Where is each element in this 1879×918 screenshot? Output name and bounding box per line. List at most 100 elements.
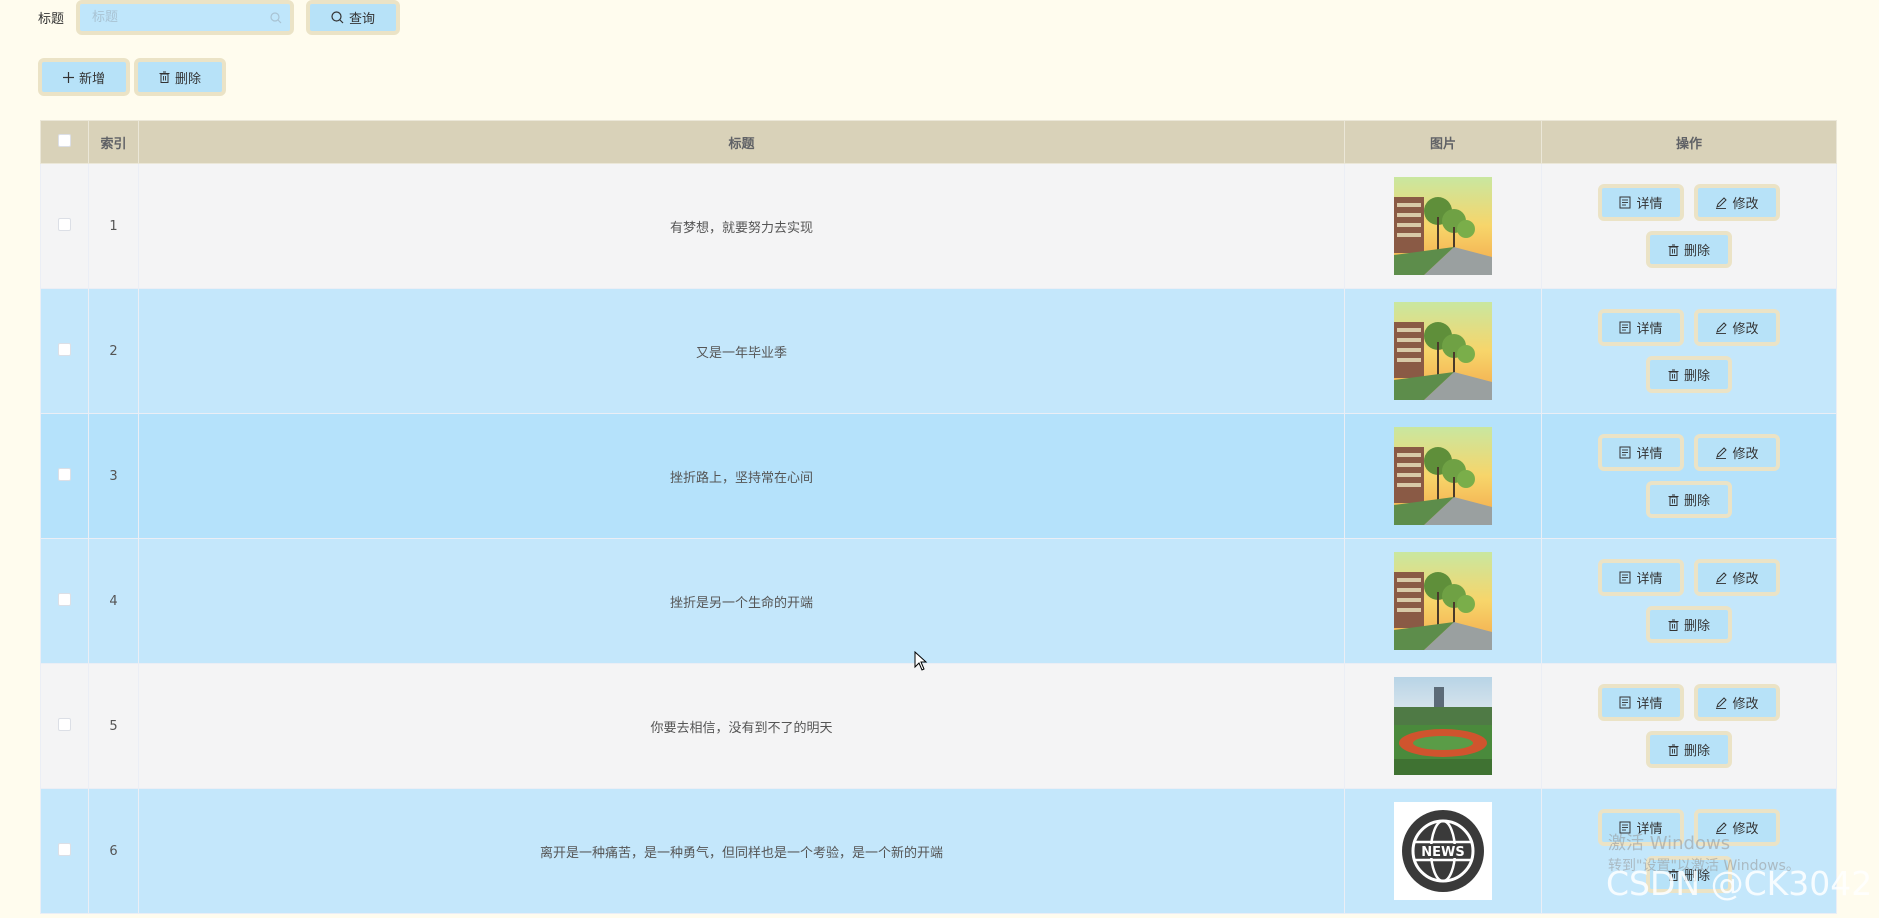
row-image[interactable]: NEWS <box>1394 802 1492 900</box>
trash-icon <box>1668 369 1679 381</box>
row-title: 离开是一种痛苦，是一种勇气，但同样也是一个考验，是一个新的开端 <box>138 788 1345 914</box>
windows-activation-title: 激活 Windows <box>1608 833 1731 854</box>
table-row: 6 离开是一种痛苦，是一种勇气，但同样也是一个考验，是一个新的开端 NEWS 详情 修改… <box>40 788 1837 914</box>
document-icon <box>1619 196 1631 209</box>
row-image[interactable] <box>1394 177 1492 275</box>
data-table: 索引 标题 图片 操作 1 有梦想，就要努力去实现 详情 修改 删除 2 又是一年毕业季 详情… <box>40 120 1837 914</box>
delete-button-label: 删除 <box>1683 244 1710 259</box>
edit-button[interactable]: 修改 <box>1694 184 1780 221</box>
csdn-credit: CSDN @CK3042 <box>1606 864 1873 903</box>
plus-icon <box>62 71 74 83</box>
column-header-title: 标题 <box>138 120 1345 164</box>
row-select-cell <box>40 788 89 914</box>
search-label: 标题 <box>38 12 65 27</box>
table-row: 3 挫折路上，坚持常在心间 详情 修改删除 <box>40 413 1837 539</box>
row-image-cell <box>1344 413 1542 539</box>
detail-button-label: 详情 <box>1636 572 1663 587</box>
row-title: 你要去相信，没有到不了的明天 <box>138 663 1345 789</box>
row-checkbox[interactable] <box>58 717 71 731</box>
edit-button[interactable]: 修改 <box>1694 559 1780 596</box>
row-ops-cell: 详情 修改删除 <box>1541 163 1837 289</box>
row-image-cell <box>1344 663 1542 789</box>
delete-button-label: 删除 <box>1683 744 1710 759</box>
table-header-row: 索引 标题 图片 操作 <box>40 120 1837 164</box>
row-image-cell <box>1344 288 1542 414</box>
action-bar: 新增 删除 <box>38 58 226 96</box>
detail-button[interactable]: 详情 <box>1598 559 1684 596</box>
row-image-cell: NEWS <box>1344 788 1542 914</box>
row-title: 又是一年毕业季 <box>138 288 1345 414</box>
delete-button[interactable]: 删除 <box>1646 481 1732 518</box>
row-title: 挫折路上，坚持常在心间 <box>138 413 1345 539</box>
detail-button-label: 详情 <box>1636 197 1663 212</box>
table-row: 4 挫折是另一个生命的开端 详情 修改删除 <box>40 538 1837 664</box>
detail-button-label: 详情 <box>1636 322 1663 337</box>
row-title: 挫折是另一个生命的开端 <box>138 538 1345 664</box>
row-ops: 详情 修改删除 <box>1579 684 1799 768</box>
row-ops-cell: 详情 修改删除 <box>1541 288 1837 414</box>
row-image[interactable] <box>1394 302 1492 400</box>
search-input[interactable] <box>80 4 291 31</box>
column-header-index: 索引 <box>88 120 139 164</box>
search-icon <box>331 11 344 24</box>
row-index: 1 <box>88 163 139 289</box>
query-button-label: 查询 <box>349 12 376 27</box>
table-row: 1 有梦想，就要努力去实现 详情 修改删除 <box>40 163 1837 289</box>
detail-button[interactable]: 详情 <box>1598 184 1684 221</box>
query-button[interactable]: 查询 <box>306 0 401 35</box>
row-checkbox[interactable] <box>58 342 71 356</box>
svg-text:NEWS: NEWS <box>1421 845 1464 860</box>
trash-icon <box>1668 494 1679 506</box>
select-all-checkbox[interactable] <box>58 133 71 147</box>
row-title: 有梦想，就要努力去实现 <box>138 163 1345 289</box>
detail-button-label: 详情 <box>1636 447 1663 462</box>
detail-button[interactable]: 详情 <box>1598 684 1684 721</box>
edit-icon <box>1715 696 1728 709</box>
delete-button[interactable]: 删除 <box>1646 231 1732 268</box>
row-index: 2 <box>88 288 139 414</box>
row-ops-cell: 详情 修改删除 <box>1541 663 1837 789</box>
edit-button[interactable]: 修改 <box>1694 684 1780 721</box>
document-icon <box>1619 571 1631 584</box>
trash-icon <box>1668 619 1679 631</box>
detail-button-label: 详情 <box>1636 697 1663 712</box>
row-checkbox[interactable] <box>58 592 71 606</box>
search-bar: 标题 查询 <box>38 0 401 35</box>
edit-icon <box>1715 446 1728 459</box>
row-checkbox[interactable] <box>58 467 71 481</box>
edit-button[interactable]: 修改 <box>1694 434 1780 471</box>
delete-button[interactable]: 删除 <box>1646 731 1732 768</box>
edit-button-label: 修改 <box>1732 197 1759 212</box>
search-input-wrap <box>76 0 295 35</box>
delete-button[interactable]: 删除 <box>1646 356 1732 393</box>
row-ops-cell: 详情 修改删除 <box>1541 538 1837 664</box>
row-index: 3 <box>88 413 139 539</box>
edit-button-label: 修改 <box>1732 697 1759 712</box>
edit-icon <box>1715 321 1728 334</box>
row-index: 4 <box>88 538 139 664</box>
row-select-cell <box>40 538 89 664</box>
detail-button[interactable]: 详情 <box>1598 309 1684 346</box>
row-image[interactable] <box>1394 677 1492 775</box>
row-image[interactable] <box>1394 427 1492 525</box>
edit-button[interactable]: 修改 <box>1694 309 1780 346</box>
trash-icon <box>159 71 170 83</box>
table-row: 5 你要去相信，没有到不了的明天 详情 修改删除 <box>40 663 1837 789</box>
row-checkbox[interactable] <box>58 842 71 856</box>
row-image-cell <box>1344 163 1542 289</box>
edit-button-label: 修改 <box>1732 447 1759 462</box>
table-row: 2 又是一年毕业季 详情 修改删除 <box>40 288 1837 414</box>
edit-icon <box>1715 196 1728 209</box>
row-checkbox[interactable] <box>58 217 71 231</box>
add-button[interactable]: 新增 <box>38 58 130 96</box>
row-ops: 详情 修改删除 <box>1579 184 1799 268</box>
batch-delete-button[interactable]: 删除 <box>134 58 226 96</box>
row-select-cell <box>40 288 89 414</box>
row-image[interactable] <box>1394 552 1492 650</box>
row-index: 6 <box>88 788 139 914</box>
row-select-cell <box>40 663 89 789</box>
row-index: 5 <box>88 663 139 789</box>
detail-button[interactable]: 详情 <box>1598 434 1684 471</box>
delete-button[interactable]: 删除 <box>1646 606 1732 643</box>
document-icon <box>1619 321 1631 334</box>
